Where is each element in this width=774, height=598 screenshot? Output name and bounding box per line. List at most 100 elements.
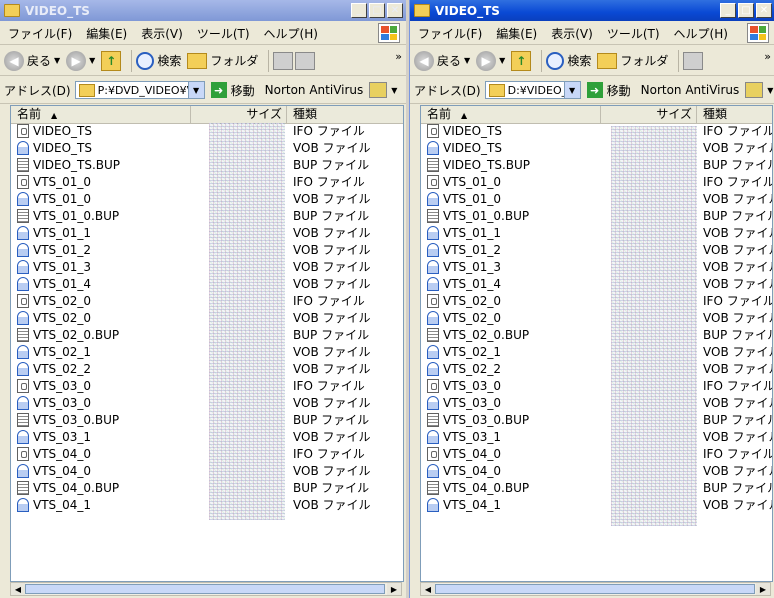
address-input[interactable]: D:¥VIDEO_T ▼: [484, 81, 581, 99]
norton-antivirus-button[interactable]: Norton AntiVirus: [265, 83, 364, 97]
list-item[interactable]: VTS_04_0 VOB ファイル: [11, 463, 403, 480]
up-folder-button[interactable]: ↑: [511, 50, 532, 71]
list-item[interactable]: VTS_04_1 VOB ファイル: [421, 497, 772, 514]
file-list[interactable]: 名前 ▲ サイズ 種類 VIDEO_TS IFO ファイル VIDEO_TS VOB フ…: [420, 105, 773, 582]
column-size[interactable]: サイズ: [191, 106, 287, 123]
list-item[interactable]: VTS_01_3 VOB ファイル: [11, 259, 403, 276]
list-item[interactable]: VTS_03_1 VOB ファイル: [421, 429, 772, 446]
list-item[interactable]: VTS_02_1 VOB ファイル: [421, 344, 772, 361]
list-item[interactable]: VTS_01_0 IFO ファイル: [11, 174, 403, 191]
toolbar-overflow-chevron-icon[interactable]: »: [764, 50, 771, 63]
scroll-thumb[interactable]: [25, 584, 385, 594]
forward-button[interactable]: ▶ ▼: [66, 50, 95, 71]
column-type[interactable]: 種類: [697, 106, 772, 123]
forward-button[interactable]: ▶ ▼: [476, 50, 505, 71]
list-item[interactable]: VIDEO_TS VOB ファイル: [421, 140, 772, 157]
menu-file[interactable]: ファイル(F): [8, 25, 72, 42]
menu-edit[interactable]: 編集(E): [86, 25, 127, 42]
list-item[interactable]: VIDEO_TS IFO ファイル: [11, 123, 403, 140]
menu-tools[interactable]: ツール(T): [607, 25, 660, 42]
norton-antivirus-button[interactable]: Norton AntiVirus: [641, 83, 740, 97]
list-item[interactable]: VTS_02_0 VOB ファイル: [421, 310, 772, 327]
search-button[interactable]: 検索: [546, 51, 591, 70]
menu-view[interactable]: 表示(V): [551, 25, 593, 42]
address-dropdown-icon[interactable]: ▼: [187, 82, 204, 98]
list-item[interactable]: VTS_03_1 VOB ファイル: [11, 429, 403, 446]
list-item[interactable]: VTS_04_0.BUP BUP ファイル: [421, 480, 772, 497]
go-arrow-icon[interactable]: ➜: [586, 82, 603, 98]
folders-button[interactable]: フォルダ: [187, 52, 258, 69]
scroll-right-icon[interactable]: ▶: [756, 583, 770, 595]
maximize-button[interactable]: □: [738, 3, 754, 18]
close-button[interactable]: ✕: [387, 3, 403, 18]
minimize-button[interactable]: _: [720, 3, 736, 18]
copy-to-icon[interactable]: [295, 51, 316, 70]
list-item[interactable]: VTS_01_2 VOB ファイル: [421, 242, 772, 259]
list-item[interactable]: VTS_02_0.BUP BUP ファイル: [421, 327, 772, 344]
column-name[interactable]: 名前 ▲: [11, 106, 191, 123]
move-to-icon[interactable]: [683, 51, 704, 70]
list-item[interactable]: VTS_01_0 VOB ファイル: [11, 191, 403, 208]
list-item[interactable]: VTS_04_0 IFO ファイル: [11, 446, 403, 463]
menu-edit[interactable]: 編集(E): [496, 25, 537, 42]
go-arrow-icon[interactable]: ➜: [210, 82, 227, 98]
column-name[interactable]: 名前 ▲: [421, 106, 601, 123]
list-item[interactable]: VTS_02_2 VOB ファイル: [11, 361, 403, 378]
move-to-icon[interactable]: [273, 51, 294, 70]
search-button[interactable]: 検索: [136, 51, 181, 70]
list-item[interactable]: VTS_02_2 VOB ファイル: [421, 361, 772, 378]
list-item[interactable]: VTS_01_4 VOB ファイル: [11, 276, 403, 293]
back-button[interactable]: ◀ 戻る ▼: [4, 50, 60, 71]
list-item[interactable]: VTS_01_0 VOB ファイル: [421, 191, 772, 208]
title-bar[interactable]: VIDEO_TS _ □ ✕: [0, 0, 406, 21]
list-item[interactable]: VTS_01_0 IFO ファイル: [421, 174, 772, 191]
list-item[interactable]: VTS_04_1 VOB ファイル: [11, 497, 403, 514]
menu-help[interactable]: ヘルプ(H): [674, 25, 728, 42]
menu-help[interactable]: ヘルプ(H): [264, 25, 318, 42]
address-dropdown-icon[interactable]: ▼: [563, 82, 580, 98]
close-button[interactable]: ✕: [756, 3, 772, 18]
go-button[interactable]: 移動: [607, 82, 631, 99]
list-item[interactable]: VTS_03_0 VOB ファイル: [421, 395, 772, 412]
scroll-right-icon[interactable]: ▶: [387, 583, 401, 595]
list-item[interactable]: VTS_02_0 VOB ファイル: [11, 310, 403, 327]
column-size[interactable]: サイズ: [601, 106, 697, 123]
list-item[interactable]: VTS_03_0.BUP BUP ファイル: [421, 412, 772, 429]
address-input[interactable]: P:¥DVD_VIDEO¥V ▼: [74, 81, 205, 99]
list-item[interactable]: VIDEO_TS.BUP BUP ファイル: [421, 157, 772, 174]
horizontal-scrollbar[interactable]: ◀ ▶: [10, 582, 402, 596]
list-item[interactable]: VTS_01_2 VOB ファイル: [11, 242, 403, 259]
list-item[interactable]: VTS_03_0 IFO ファイル: [421, 378, 772, 395]
folders-button[interactable]: フォルダ: [597, 52, 668, 69]
list-item[interactable]: VTS_04_0 IFO ファイル: [421, 446, 772, 463]
list-item[interactable]: VTS_01_4 VOB ファイル: [421, 276, 772, 293]
file-list[interactable]: 名前 ▲ サイズ 種類 VIDEO_TS IFO ファイル VIDEO_TS VOB フ…: [10, 105, 404, 582]
list-item[interactable]: VTS_04_0.BUP BUP ファイル: [11, 480, 403, 497]
scroll-thumb[interactable]: [435, 584, 755, 594]
scroll-left-icon[interactable]: ◀: [421, 583, 435, 595]
list-item[interactable]: VIDEO_TS.BUP BUP ファイル: [11, 157, 403, 174]
horizontal-scrollbar[interactable]: ◀ ▶: [420, 582, 771, 596]
title-bar[interactable]: VIDEO_TS _ □ ✕: [410, 0, 774, 21]
list-item[interactable]: VTS_01_0.BUP BUP ファイル: [11, 208, 403, 225]
up-folder-button[interactable]: ↑: [101, 50, 122, 71]
list-item[interactable]: VTS_04_0 VOB ファイル: [421, 463, 772, 480]
maximize-button[interactable]: □: [369, 3, 385, 18]
list-item[interactable]: VTS_03_0 IFO ファイル: [11, 378, 403, 395]
menu-file[interactable]: ファイル(F): [418, 25, 482, 42]
menu-tools[interactable]: ツール(T): [197, 25, 250, 42]
list-item[interactable]: VTS_02_0 IFO ファイル: [11, 293, 403, 310]
list-item[interactable]: VIDEO_TS IFO ファイル: [421, 123, 772, 140]
list-item[interactable]: VTS_01_3 VOB ファイル: [421, 259, 772, 276]
list-item[interactable]: VTS_01_0.BUP BUP ファイル: [421, 208, 772, 225]
list-item[interactable]: VTS_02_0.BUP BUP ファイル: [11, 327, 403, 344]
list-item[interactable]: VTS_03_0.BUP BUP ファイル: [11, 412, 403, 429]
list-item[interactable]: VTS_02_1 VOB ファイル: [11, 344, 403, 361]
toolbar-overflow-chevron-icon[interactable]: »: [395, 50, 402, 63]
list-item[interactable]: VTS_01_1 VOB ファイル: [11, 225, 403, 242]
go-button[interactable]: 移動: [231, 82, 255, 99]
scroll-left-icon[interactable]: ◀: [11, 583, 25, 595]
back-button[interactable]: ◀ 戻る ▼: [414, 50, 470, 71]
menu-view[interactable]: 表示(V): [141, 25, 183, 42]
list-item[interactable]: VIDEO_TS VOB ファイル: [11, 140, 403, 157]
